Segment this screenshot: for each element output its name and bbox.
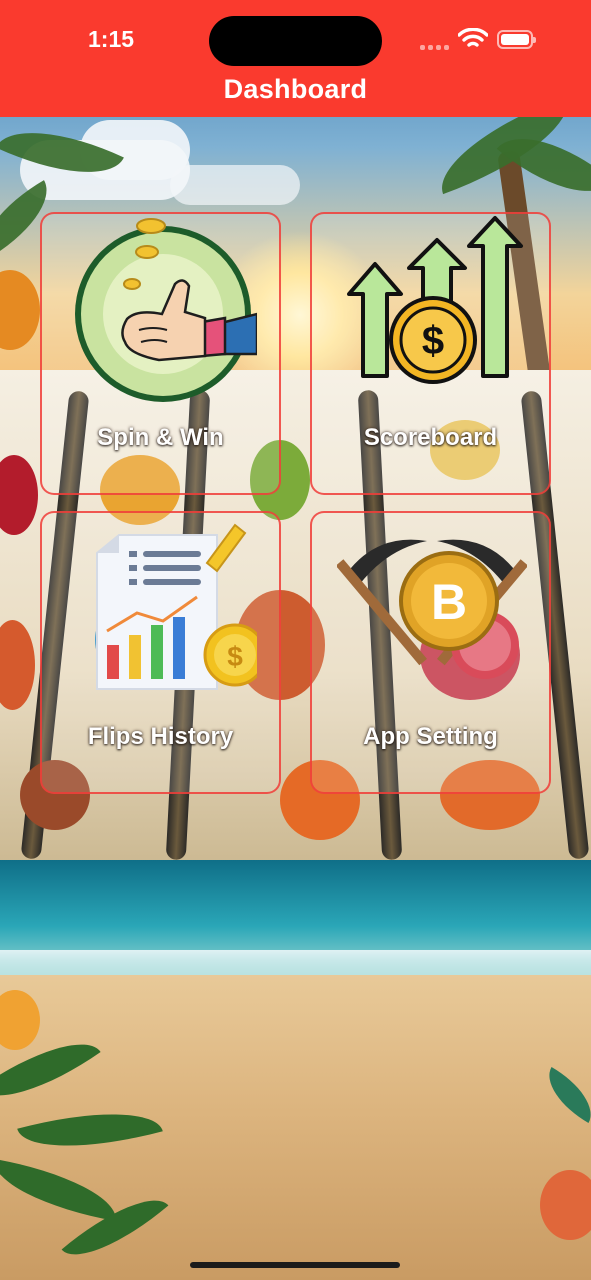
battery-icon <box>497 30 536 49</box>
card-label: Spin & Win <box>97 424 224 451</box>
svg-text:$: $ <box>422 319 444 363</box>
bitcoin-pickaxe-icon: B <box>337 539 527 679</box>
page-title: Dashboard <box>223 74 368 104</box>
home-indicator[interactable] <box>190 1262 400 1268</box>
wifi-icon <box>458 28 488 47</box>
dollar-growth-arrows-icon: $ <box>347 216 523 384</box>
dynamic-island <box>209 16 382 66</box>
status-time: 1:15 <box>88 26 135 52</box>
app-header: 1:15 Dashboard <box>0 0 591 117</box>
report-chart-coin-icon: $ <box>96 523 257 690</box>
scoreboard-card[interactable]: $ Scoreboard <box>310 212 551 495</box>
svg-text:B: B <box>431 574 467 630</box>
flips-history-card[interactable]: $ Flips History <box>40 511 281 794</box>
card-label: App Setting <box>363 723 498 750</box>
spin-and-win-card[interactable]: Spin & Win <box>40 212 281 495</box>
card-label: Flips History <box>87 723 234 750</box>
cellular-signal-icon <box>420 42 452 50</box>
app-setting-card[interactable]: B App Setting <box>310 511 551 794</box>
thumb-coin-flip-icon <box>75 218 257 402</box>
svg-text:$: $ <box>227 641 243 672</box>
card-label: Scoreboard <box>363 424 498 451</box>
